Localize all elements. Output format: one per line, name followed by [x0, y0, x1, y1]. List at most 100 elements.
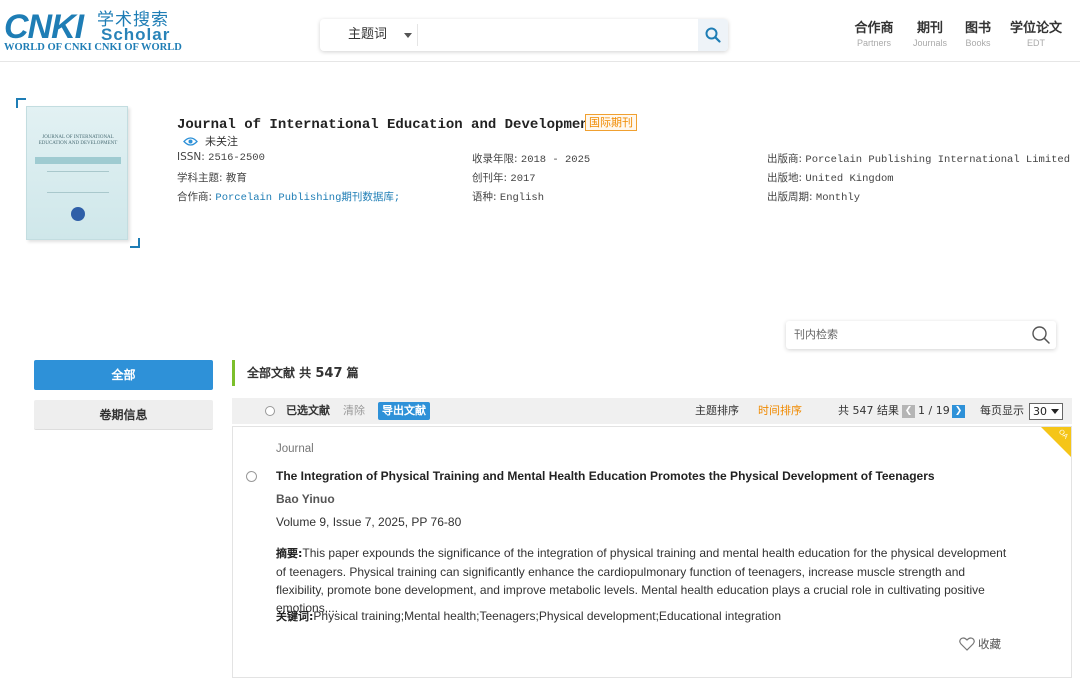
- export-button[interactable]: 导出文献: [378, 402, 430, 420]
- article-abstract: 摘要:This paper expounds the significance …: [276, 544, 1012, 617]
- article-keywords: 关键词:Physical training;Mental health;Teen…: [276, 608, 781, 624]
- journal-cover: JOURNAL OF INTERNATIONAL EDUCATION AND D…: [16, 98, 140, 248]
- subject-value: 教育: [225, 172, 247, 184]
- article-title-link[interactable]: The Integration of Physical Training and…: [276, 469, 935, 483]
- cycle-value: Monthly: [815, 192, 860, 204]
- chevron-down-icon: [1051, 409, 1059, 414]
- nav-books-label: 图书: [964, 21, 991, 36]
- nav-books[interactable]: 图书 Books: [961, 17, 995, 48]
- results-title-suffix: 篇: [342, 366, 359, 380]
- in-journal-search-input[interactable]: [794, 326, 1014, 344]
- cycle-field: 出版周期: Monthly: [767, 189, 860, 204]
- follow-status: 未关注: [205, 135, 238, 148]
- cycle-label: 出版周期:: [767, 191, 813, 203]
- issn-label: ISSN:: [177, 151, 205, 163]
- favorite-label: 收藏: [978, 637, 1001, 651]
- journal-title: Journal of International Education and D…: [177, 117, 598, 133]
- selected-docs-link[interactable]: 已选文献: [286, 398, 330, 424]
- keywords-label: 关键词:: [276, 610, 314, 623]
- nav-journals-label: 期刊: [916, 21, 943, 36]
- results-toolbar: 已选文献 清除 导出文献 主题排序 时间排序 共 547 结果 ❮ 1 / 19…: [232, 398, 1072, 424]
- years-field: 收录年限: 2018 - 2025: [472, 151, 590, 166]
- sidebar-item-volumes[interactable]: 卷期信息: [34, 400, 213, 430]
- abstract-text: This paper expounds the significance of …: [276, 546, 1007, 615]
- article-author[interactable]: Bao Yinuo: [276, 492, 335, 506]
- years-label: 收录年限:: [472, 153, 518, 165]
- favorite-button[interactable]: 收藏: [959, 636, 1001, 652]
- sort-by-time[interactable]: 时间排序: [758, 398, 802, 424]
- partner-label: 合作商:: [177, 191, 213, 203]
- heart-icon: [959, 637, 975, 651]
- search-input[interactable]: [420, 22, 690, 48]
- issn-value: 2516-2500: [208, 152, 265, 164]
- logo-main-text: CNKI: [4, 8, 84, 46]
- search-divider: [417, 24, 418, 46]
- nav-books-sub: Books: [965, 38, 991, 48]
- logo-subtitle: WORLD OF CNKI CNKI OF WORLD: [4, 42, 182, 53]
- search-bar: 主题词: [320, 19, 728, 51]
- follow-button[interactable]: 未关注: [183, 133, 238, 149]
- sort-by-topic[interactable]: 主题排序: [695, 398, 739, 424]
- nav-journals-sub: Journals: [912, 38, 948, 48]
- result-total: 共 547 结果: [838, 404, 899, 417]
- years-value: 2018 - 2025: [520, 154, 591, 166]
- cover-lines: [47, 171, 109, 193]
- cnki-logo[interactable]: CNKI 学术搜索 Scholar WORLD OF CNKI CNKI OF …: [4, 8, 182, 56]
- language-label: 语种:: [472, 191, 497, 203]
- nav-partners[interactable]: 合作商 Partners: [852, 17, 896, 48]
- partner-link[interactable]: Porcelain Publishing期刊数据库;: [215, 192, 400, 204]
- founded-label: 创刊年:: [472, 172, 508, 184]
- page-indicator: 1 / 19: [918, 404, 950, 417]
- abstract-label: 摘要:: [276, 547, 303, 560]
- search-icon: [705, 27, 721, 43]
- results-title: 全部文献 共 547 篇: [232, 360, 359, 386]
- search-type-select[interactable]: 主题词: [320, 19, 417, 51]
- language-field: 语种: English: [472, 189, 544, 204]
- search-icon[interactable]: [1031, 325, 1051, 345]
- place-value: United Kingdom: [805, 173, 894, 185]
- subject-label: 学科主题:: [177, 172, 223, 184]
- international-journal-badge: 国际期刊: [585, 114, 637, 131]
- search-button[interactable]: [698, 19, 728, 51]
- founded-field: 创刊年: 2017: [472, 170, 536, 185]
- cover-corner-decoration: [16, 98, 26, 108]
- chevron-down-icon: [404, 33, 412, 38]
- publisher-field: 出版商: Porcelain Publishing International …: [767, 151, 1070, 166]
- clear-link[interactable]: 清除: [343, 398, 365, 424]
- nav-partners-sub: Partners: [856, 38, 891, 48]
- nav-edt-label: 学位论文: [1009, 21, 1062, 36]
- nav-edt-sub: EDT: [1027, 38, 1045, 48]
- cover-seal-icon: [71, 207, 85, 221]
- nav-partners-label: 合作商: [854, 21, 894, 36]
- place-field: 出版地: United Kingdom: [767, 170, 894, 185]
- page: CNKI 学术搜索 Scholar WORLD OF CNKI CNKI OF …: [0, 0, 1080, 685]
- results-title-prefix: 全部文献 共: [247, 366, 316, 380]
- issn-field: ISSN: 2516-2500: [177, 151, 265, 164]
- open-access-corner: [1041, 427, 1071, 457]
- sidebar-item-all[interactable]: 全部: [34, 360, 213, 390]
- language-value: English: [499, 192, 544, 204]
- article-card: OA Journal The Integration of Physical T…: [232, 426, 1072, 678]
- prev-page-button[interactable]: ❮: [902, 405, 915, 418]
- article-select-radio[interactable]: [246, 471, 257, 482]
- nav-journals[interactable]: 期刊 Journals: [910, 17, 950, 48]
- founded-value: 2017: [510, 173, 536, 185]
- header: CNKI 学术搜索 Scholar WORLD OF CNKI CNKI OF …: [0, 0, 1080, 62]
- search-type-label: 主题词: [348, 27, 388, 42]
- next-page-button[interactable]: ❯: [952, 405, 965, 418]
- place-label: 出版地:: [767, 172, 803, 184]
- cover-corner-decoration: [130, 238, 140, 248]
- publisher-label: 出版商:: [767, 153, 803, 165]
- in-journal-search: [786, 321, 1056, 349]
- per-page-value: 30: [1033, 405, 1047, 418]
- cover-band: [35, 157, 121, 164]
- cover-title-text: JOURNAL OF INTERNATIONAL EDUCATION AND D…: [38, 135, 118, 146]
- select-all-radio[interactable]: [265, 406, 275, 416]
- cover-image: JOURNAL OF INTERNATIONAL EDUCATION AND D…: [26, 106, 128, 240]
- results-count: 547: [315, 366, 343, 381]
- per-page-label: 每页显示: [980, 404, 1024, 417]
- per-page-select[interactable]: 30: [1029, 403, 1063, 420]
- eye-icon: [183, 137, 198, 146]
- subject-field: 学科主题: 教育: [177, 170, 247, 185]
- nav-edt[interactable]: 学位论文 EDT: [1008, 17, 1064, 48]
